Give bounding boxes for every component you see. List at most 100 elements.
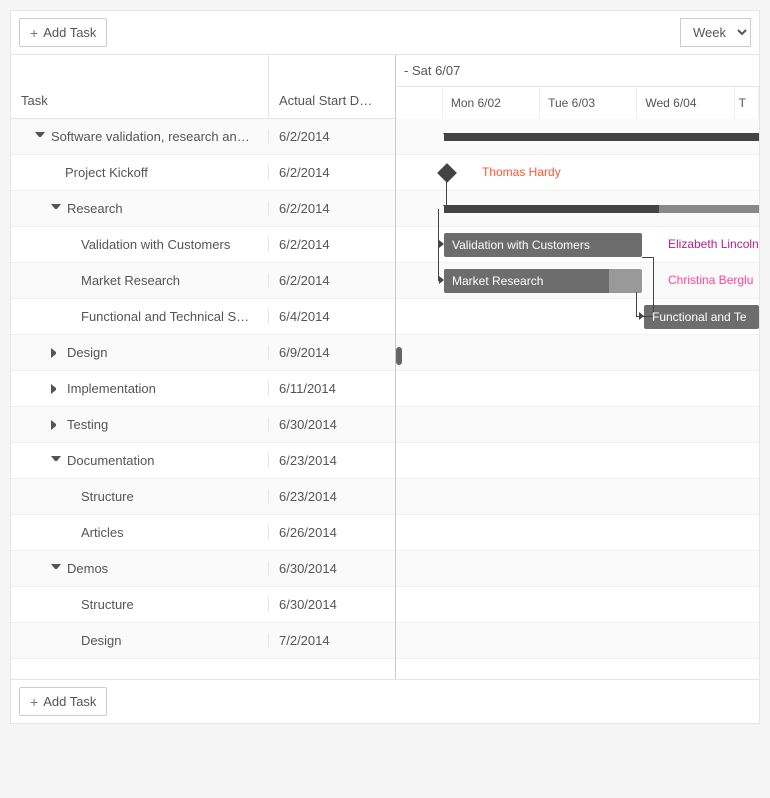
table-row[interactable]: Demos 6/30/2014 bbox=[11, 551, 395, 587]
timeline-day-col: T bbox=[735, 87, 759, 119]
timeline-row: Functional and Te bbox=[396, 299, 759, 335]
arrow-right-icon bbox=[639, 312, 644, 320]
table-row[interactable]: Testing6/30/2014 bbox=[11, 407, 395, 443]
chevron-down-icon[interactable] bbox=[35, 132, 45, 142]
task-bar[interactable]: Functional and Te bbox=[644, 305, 759, 329]
task-cell[interactable]: Testing bbox=[11, 417, 269, 432]
table-row[interactable]: Functional and Technical S… 6/4/2014 bbox=[11, 299, 395, 335]
table-row[interactable]: Project Kickoff6/2/2014 bbox=[11, 155, 395, 191]
task-cell[interactable]: Project Kickoff bbox=[11, 165, 269, 180]
timeline-row bbox=[396, 191, 759, 227]
timeline-row: Thomas Hardy bbox=[396, 155, 759, 191]
add-task-label: Add Task bbox=[43, 694, 96, 709]
view-select[interactable]: Week bbox=[680, 18, 751, 47]
timeline-row bbox=[396, 335, 759, 371]
timeline-row bbox=[396, 623, 759, 659]
timeline-row bbox=[396, 515, 759, 551]
table-row[interactable]: Design7/2/2014 bbox=[11, 623, 395, 659]
timeline-day-col: Tue 6/03 bbox=[540, 87, 637, 119]
arrow-right-icon bbox=[439, 276, 444, 284]
task-cell[interactable]: Validation with Customers bbox=[11, 237, 269, 252]
start-date-cell: 6/2/2014 bbox=[269, 129, 395, 144]
start-date-cell: 6/23/2014 bbox=[269, 453, 395, 468]
add-task-button-bottom[interactable]: + Add Task bbox=[19, 687, 107, 716]
task-title: Documentation bbox=[67, 453, 154, 468]
task-title: Software validation, research an… bbox=[51, 129, 250, 144]
chevron-down-icon[interactable] bbox=[51, 456, 61, 466]
timeline-header: - Sat 6/07 Mon 6/02Tue 6/03Wed 6/04T bbox=[396, 55, 759, 119]
timeline-row bbox=[396, 443, 759, 479]
task-cell[interactable]: Software validation, research an… bbox=[11, 129, 269, 144]
task-bar-label: Validation with Customers bbox=[452, 238, 590, 252]
task-bar[interactable]: Validation with Customers bbox=[444, 233, 642, 257]
timeline-row bbox=[396, 407, 759, 443]
task-bar[interactable]: Market Research bbox=[444, 269, 642, 293]
summary-bar[interactable] bbox=[444, 133, 759, 141]
milestone-marker[interactable] bbox=[437, 163, 457, 183]
task-bar-label: Market Research bbox=[452, 274, 543, 288]
resource-label: Thomas Hardy bbox=[482, 165, 561, 179]
start-date-cell: 6/4/2014 bbox=[269, 309, 395, 324]
timeline-row bbox=[396, 119, 759, 155]
task-cell[interactable]: Implementation bbox=[11, 381, 269, 396]
start-date-cell: 6/9/2014 bbox=[269, 345, 395, 360]
table-row[interactable]: Design6/9/2014 bbox=[11, 335, 395, 371]
table-row[interactable]: Structure6/23/2014 bbox=[11, 479, 395, 515]
start-date-cell: 6/26/2014 bbox=[269, 525, 395, 540]
resource-label: Elizabeth Lincoln bbox=[668, 237, 759, 251]
table-row[interactable]: Articles 6/26/2014 bbox=[11, 515, 395, 551]
chevron-right-icon[interactable] bbox=[51, 420, 61, 430]
dependency-line bbox=[653, 257, 654, 317]
dependency-line bbox=[636, 292, 637, 316]
table-row[interactable]: Documentation 6/23/2014 bbox=[11, 443, 395, 479]
task-cell[interactable]: Design bbox=[11, 345, 269, 360]
timeline-pane: - Sat 6/07 Mon 6/02Tue 6/03Wed 6/04T Tho… bbox=[396, 55, 759, 681]
timeline-row bbox=[396, 587, 759, 623]
column-header-start-date[interactable]: Actual Start D… bbox=[269, 55, 395, 118]
task-cell[interactable]: Demos bbox=[11, 561, 269, 576]
table-row[interactable]: Market Research6/2/2014 bbox=[11, 263, 395, 299]
table-row[interactable]: Research 6/2/2014 bbox=[11, 191, 395, 227]
task-title: Structure bbox=[81, 597, 134, 612]
table-row[interactable]: Software validation, research an… 6/2/201… bbox=[11, 119, 395, 155]
chevron-right-icon[interactable] bbox=[51, 348, 61, 358]
task-list-pane: Task Actual Start D… Software validation… bbox=[11, 55, 396, 681]
task-title: Research bbox=[67, 201, 123, 216]
arrow-right-icon bbox=[439, 240, 444, 248]
summary-bar[interactable] bbox=[444, 205, 659, 213]
task-title: Functional and Technical S… bbox=[81, 309, 249, 324]
table-row[interactable]: Validation with Customers6/2/2014 bbox=[11, 227, 395, 263]
task-title: Structure bbox=[81, 489, 134, 504]
timeline-row: Market ResearchChristina Berglu bbox=[396, 263, 759, 299]
scroll-indicator[interactable] bbox=[396, 347, 402, 365]
task-cell[interactable]: Structure bbox=[11, 597, 269, 612]
chevron-right-icon[interactable] bbox=[51, 384, 61, 394]
start-date-cell: 6/2/2014 bbox=[269, 237, 395, 252]
task-cell[interactable]: Structure bbox=[11, 489, 269, 504]
table-row[interactable]: Implementation6/11/2014 bbox=[11, 371, 395, 407]
timeline-row: Validation with Customers Elizabeth Linco… bbox=[396, 227, 759, 263]
start-date-cell: 6/30/2014 bbox=[269, 597, 395, 612]
gantt-chart: + Add Task Week Task Actual Start D… Sof… bbox=[10, 10, 760, 724]
column-header-task[interactable]: Task bbox=[11, 55, 269, 118]
task-cell[interactable]: Articles bbox=[11, 525, 269, 540]
start-date-cell: 6/30/2014 bbox=[269, 417, 395, 432]
task-title: Articles bbox=[81, 525, 124, 540]
add-task-button[interactable]: + Add Task bbox=[19, 18, 107, 47]
task-cell[interactable]: Documentation bbox=[11, 453, 269, 468]
task-title: Project Kickoff bbox=[65, 165, 148, 180]
task-title: Demos bbox=[67, 561, 108, 576]
task-title: Market Research bbox=[81, 273, 180, 288]
task-cell[interactable]: Research bbox=[11, 201, 269, 216]
start-date-cell: 6/30/2014 bbox=[269, 561, 395, 576]
task-cell[interactable]: Functional and Technical S… bbox=[11, 309, 269, 324]
chevron-down-icon[interactable] bbox=[51, 204, 61, 214]
task-cell[interactable]: Market Research bbox=[11, 273, 269, 288]
start-date-cell: 7/2/2014 bbox=[269, 633, 395, 648]
task-cell[interactable]: Design bbox=[11, 633, 269, 648]
timeline-row bbox=[396, 371, 759, 407]
table-row[interactable]: Structure 6/30/2014 bbox=[11, 587, 395, 623]
start-date-cell: 6/2/2014 bbox=[269, 201, 395, 216]
summary-bar-remaining[interactable] bbox=[659, 205, 759, 213]
chevron-down-icon[interactable] bbox=[51, 564, 61, 574]
